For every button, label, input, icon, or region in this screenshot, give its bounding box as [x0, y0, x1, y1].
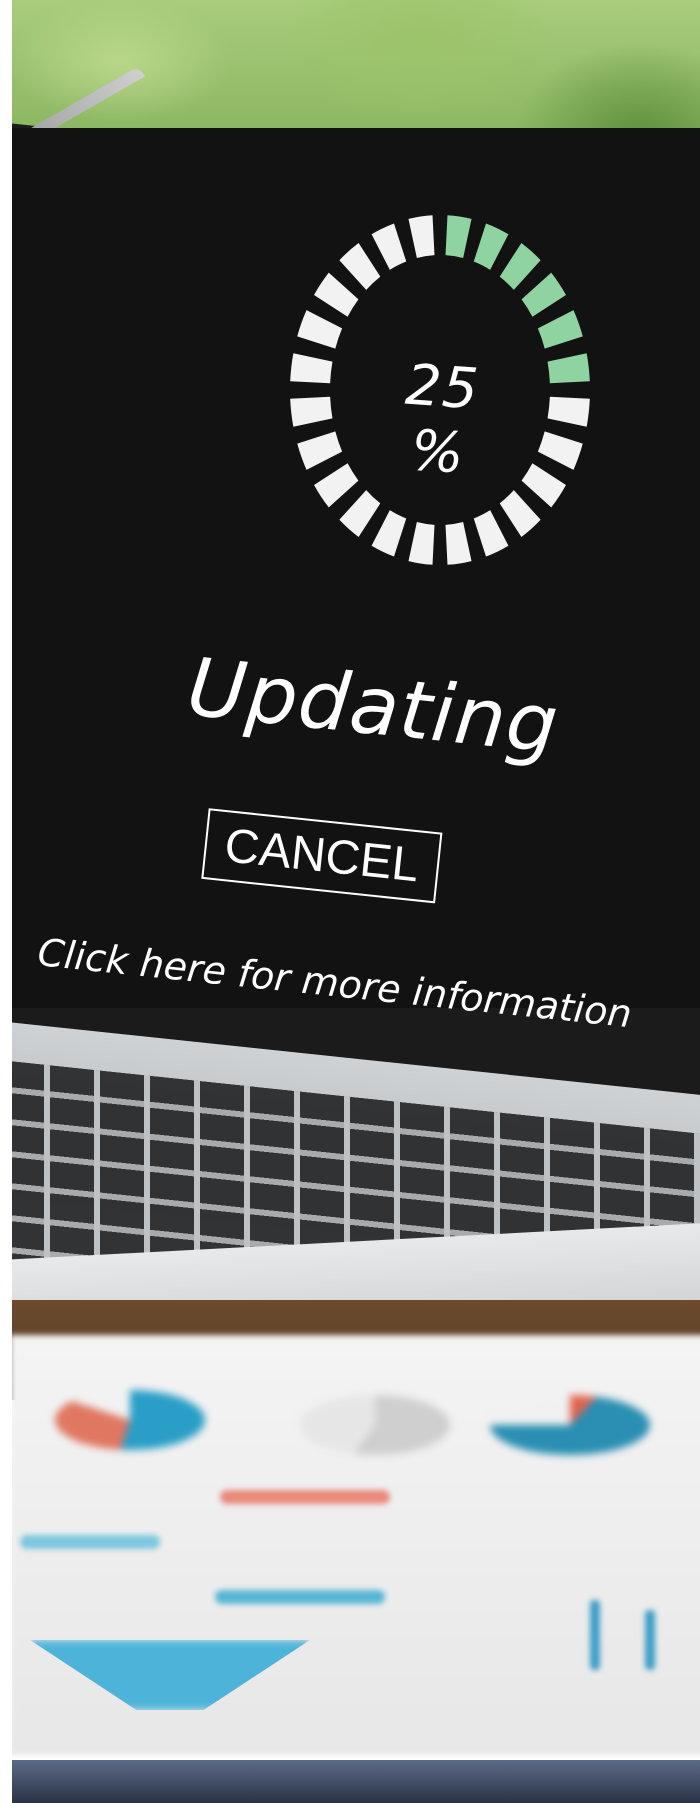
progress-segment-pending [314, 463, 359, 508]
laptop-photo: 25 % Updating CANCEL Click here for more… [0, 0, 700, 1803]
blurred-bar [215, 1590, 385, 1604]
progress-segment-pending [290, 353, 333, 384]
blurred-pie-chart [300, 1395, 450, 1455]
progress-segment-complete [473, 223, 509, 270]
progress-segment-pending [290, 396, 333, 427]
progress-segment-pending [339, 243, 381, 290]
progress-segment-pending [339, 490, 381, 537]
progress-segment-pending [371, 510, 407, 557]
blurred-pie-chart [490, 1395, 650, 1455]
progress-segment-pending [521, 463, 566, 508]
blurred-pie-chart [55, 1390, 205, 1450]
progress-percent-text: 25 % [403, 352, 482, 487]
progress-segment-pending [297, 310, 343, 349]
blurred-bar [220, 1490, 390, 1504]
progress-segment-complete [547, 353, 590, 384]
progress-segment-pending [297, 431, 343, 470]
progress-segment-pending [537, 431, 583, 470]
progress-segment-pending [314, 272, 359, 317]
progress-segment-pending [445, 521, 472, 565]
progress-segment-pending [473, 510, 509, 557]
progress-segment-complete [521, 272, 566, 317]
progress-segment-complete [499, 243, 541, 290]
progress-segment-pending [499, 490, 541, 537]
blurred-bar [645, 1610, 655, 1670]
photo-left-border [0, 0, 12, 1803]
progress-segment-complete [445, 215, 472, 259]
progress-segment-pending [371, 223, 407, 270]
blurred-bar [590, 1600, 600, 1670]
progress-segment-pending [547, 396, 590, 427]
progress-segment-pending [408, 521, 435, 565]
blurred-bar [20, 1535, 160, 1549]
paper-edge-strip [0, 1760, 700, 1803]
progress-segment-pending [408, 215, 435, 259]
progress-segment-complete [537, 310, 583, 349]
